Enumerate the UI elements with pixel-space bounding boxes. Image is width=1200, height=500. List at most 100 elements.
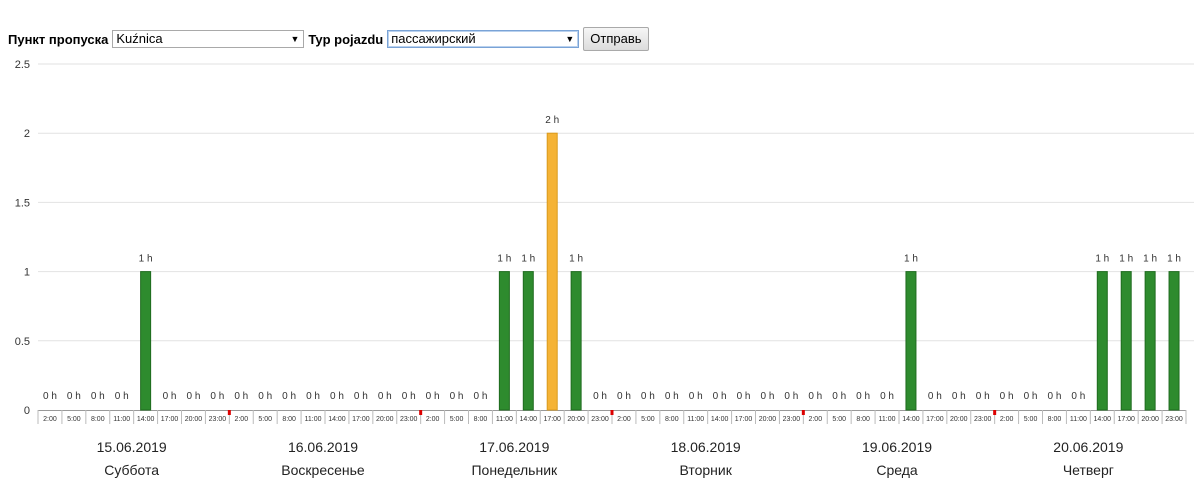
bar-value-label: 0 h bbox=[402, 391, 416, 402]
x-tick-label: 8:00 bbox=[856, 416, 870, 423]
x-tick-label: 17:00 bbox=[735, 416, 753, 423]
x-tick-label: 11:00 bbox=[113, 416, 130, 423]
bar-value-label: 0 h bbox=[713, 391, 727, 402]
x-tick-label: 2:00 bbox=[43, 416, 57, 423]
bar-value-label: 0 h bbox=[306, 391, 320, 402]
day-separator-marker bbox=[227, 410, 231, 415]
bar-value-label: 0 h bbox=[1048, 391, 1062, 402]
x-tick-label: 2:00 bbox=[234, 416, 248, 423]
day-separator-marker bbox=[419, 410, 423, 415]
bar-value-label: 0 h bbox=[1071, 391, 1085, 402]
x-tick-label: 14:00 bbox=[520, 416, 538, 423]
x-tick-label: 23:00 bbox=[209, 416, 227, 423]
x-tick-label: 23:00 bbox=[974, 416, 992, 423]
bar-value-label: 0 h bbox=[856, 391, 870, 402]
bar-value-label: 0 h bbox=[378, 391, 392, 402]
day-date-label: 20.06.2019 bbox=[1053, 439, 1123, 455]
day-date-label: 16.06.2019 bbox=[288, 439, 358, 455]
x-tick-label: 11:00 bbox=[496, 416, 513, 423]
day-separator-marker bbox=[993, 410, 997, 415]
day-separator-marker bbox=[610, 410, 614, 415]
bar-value-label: 1 h bbox=[1119, 254, 1133, 265]
bar-value-label: 1 h bbox=[904, 254, 918, 265]
x-tick-label: 11:00 bbox=[1070, 416, 1087, 423]
day-date-label: 19.06.2019 bbox=[862, 439, 932, 455]
bar-value-label: 0 h bbox=[617, 391, 631, 402]
bar-value-label: 0 h bbox=[952, 391, 966, 402]
x-tick-label: 14:00 bbox=[711, 416, 729, 423]
bar-value-label: 0 h bbox=[665, 391, 679, 402]
bar-value-label: 0 h bbox=[91, 391, 105, 402]
bar-value-label: 0 h bbox=[1024, 391, 1038, 402]
bar-value-label: 2 h bbox=[545, 115, 559, 126]
x-tick-label: 20:00 bbox=[185, 416, 203, 423]
bar-value-label: 1 h bbox=[497, 254, 511, 265]
bar-value-label: 0 h bbox=[282, 391, 296, 402]
x-tick-label: 23:00 bbox=[783, 416, 801, 423]
day-separator-marker bbox=[801, 410, 805, 415]
day-weekday-label: Понедельник bbox=[471, 462, 558, 478]
bar-value-label: 1 h bbox=[1167, 254, 1181, 265]
bar-value-label: 0 h bbox=[330, 391, 344, 402]
y-tick-label: 0 bbox=[24, 405, 30, 417]
x-tick-label: 8:00 bbox=[474, 416, 488, 423]
bar bbox=[522, 271, 534, 411]
bar-value-label: 0 h bbox=[258, 391, 272, 402]
x-tick-label: 20:00 bbox=[567, 416, 585, 423]
x-tick-label: 8:00 bbox=[91, 416, 105, 423]
x-tick-label: 2:00 bbox=[426, 416, 440, 423]
x-tick-label: 2:00 bbox=[617, 416, 631, 423]
x-tick-label: 5:00 bbox=[258, 416, 272, 423]
bar bbox=[1168, 271, 1180, 411]
day-date-label: 15.06.2019 bbox=[97, 439, 167, 455]
bar bbox=[546, 132, 558, 411]
y-tick-label: 0.5 bbox=[15, 336, 30, 348]
x-tick-label: 8:00 bbox=[665, 416, 679, 423]
x-tick-label: 14:00 bbox=[902, 416, 920, 423]
bar-value-label: 0 h bbox=[761, 391, 775, 402]
bar-value-label: 0 h bbox=[115, 391, 129, 402]
x-tick-label: 20:00 bbox=[950, 416, 968, 423]
x-tick-label: 23:00 bbox=[591, 416, 609, 423]
bar-value-label: 0 h bbox=[1000, 391, 1014, 402]
bar-value-label: 1 h bbox=[569, 254, 583, 265]
bar-value-label: 0 h bbox=[641, 391, 655, 402]
day-weekday-label: Вторник bbox=[679, 462, 732, 478]
bar-value-label: 0 h bbox=[832, 391, 846, 402]
x-tick-label: 5:00 bbox=[1024, 416, 1038, 423]
bar-value-label: 0 h bbox=[474, 391, 488, 402]
bar bbox=[498, 271, 510, 411]
y-tick-label: 1 bbox=[24, 267, 30, 279]
day-weekday-label: Суббота bbox=[104, 462, 159, 478]
x-tick-label: 17:00 bbox=[543, 416, 561, 423]
bar-value-label: 1 h bbox=[1143, 254, 1157, 265]
bar-value-label: 0 h bbox=[450, 391, 464, 402]
x-tick-label: 20:00 bbox=[759, 416, 777, 423]
bar bbox=[140, 271, 152, 411]
x-tick-label: 17:00 bbox=[926, 416, 944, 423]
x-tick-label: 23:00 bbox=[1165, 416, 1183, 423]
bar-value-label: 0 h bbox=[928, 391, 942, 402]
bar bbox=[570, 271, 582, 411]
x-tick-label: 17:00 bbox=[1117, 416, 1135, 423]
bar-value-label: 0 h bbox=[163, 391, 177, 402]
day-date-label: 18.06.2019 bbox=[671, 439, 741, 455]
x-tick-label: 2:00 bbox=[1000, 416, 1014, 423]
bar-value-label: 0 h bbox=[187, 391, 201, 402]
bar-value-label: 1 h bbox=[139, 254, 153, 265]
x-tick-label: 20:00 bbox=[376, 416, 394, 423]
day-date-label: 17.06.2019 bbox=[479, 439, 549, 455]
x-tick-label: 17:00 bbox=[352, 416, 370, 423]
x-tick-label: 11:00 bbox=[687, 416, 704, 423]
bar-value-label: 0 h bbox=[808, 391, 822, 402]
x-tick-label: 8:00 bbox=[1048, 416, 1062, 423]
y-tick-label: 2 bbox=[24, 128, 30, 140]
bar-value-label: 0 h bbox=[593, 391, 607, 402]
bar-value-label: 1 h bbox=[521, 254, 535, 265]
bar-value-label: 1 h bbox=[1095, 254, 1109, 265]
bar bbox=[1144, 271, 1156, 411]
x-tick-label: 11:00 bbox=[879, 416, 896, 423]
bar-value-label: 0 h bbox=[210, 391, 224, 402]
y-tick-label: 2.5 bbox=[15, 59, 30, 71]
bar-value-label: 0 h bbox=[737, 391, 751, 402]
